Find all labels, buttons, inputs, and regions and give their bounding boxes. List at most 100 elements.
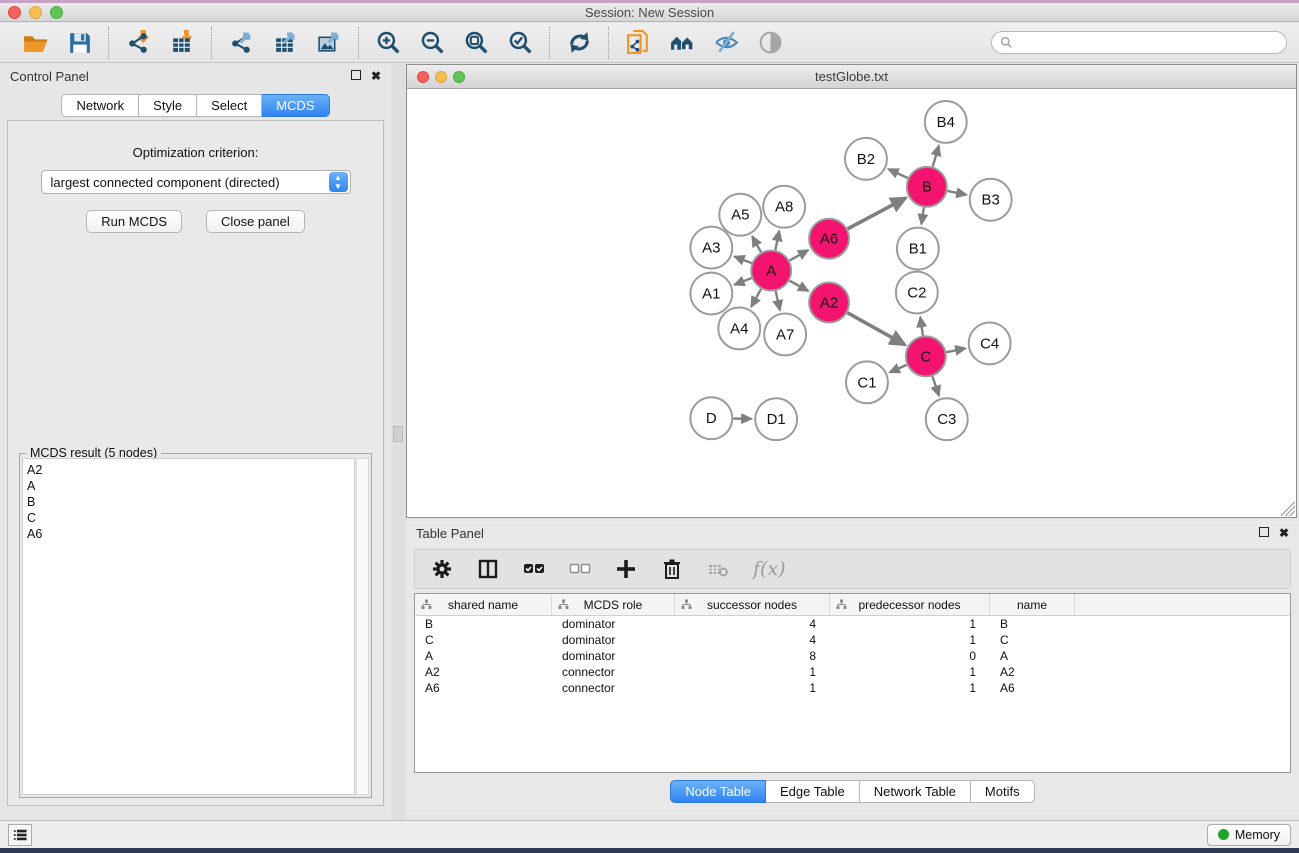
graph-node-B[interactable]: B <box>907 167 947 207</box>
network-canvas[interactable]: AA1A2A3A4A5A6A7A8BB1B2B3B4CC1C2C3C4DD1 <box>407 90 1296 517</box>
result-list-item[interactable]: A6 <box>27 526 354 542</box>
graph-edge[interactable] <box>890 365 907 372</box>
show-graphics-button[interactable] <box>755 28 785 58</box>
close-panel-icon[interactable]: ✖ <box>371 70 381 82</box>
graph-edge[interactable] <box>751 289 761 307</box>
result-list-item[interactable]: C <box>27 510 354 526</box>
graph-edge[interactable] <box>776 291 780 310</box>
float-table-panel-icon[interactable] <box>1259 527 1269 539</box>
graph-edge[interactable] <box>752 237 761 253</box>
tab-select[interactable]: Select <box>197 94 262 117</box>
graph-node-D[interactable]: D <box>690 397 732 439</box>
graph-edge[interactable] <box>932 376 938 395</box>
graph-node-A[interactable]: A <box>751 251 791 291</box>
graph-node-B4[interactable]: B4 <box>925 101 967 143</box>
open-file-button[interactable] <box>20 28 50 58</box>
select-all-button[interactable] <box>523 558 545 580</box>
graph-node-B3[interactable]: B3 <box>970 179 1012 221</box>
graph-edge[interactable] <box>848 198 906 229</box>
node-table[interactable]: shared nameMCDS rolesuccessor nodesprede… <box>414 593 1291 773</box>
export-image-button[interactable] <box>314 28 344 58</box>
save-session-button[interactable] <box>64 28 94 58</box>
graph-edge[interactable] <box>790 250 809 260</box>
result-list-item[interactable]: B <box>27 494 354 510</box>
resize-grip-icon[interactable] <box>1281 502 1295 516</box>
graph-edge[interactable] <box>735 278 752 285</box>
table-row[interactable]: Cdominator41C <box>415 632 1290 648</box>
graph-node-C2[interactable]: C2 <box>896 272 938 314</box>
graph-node-C4[interactable]: C4 <box>969 322 1011 364</box>
graph-node-A1[interactable]: A1 <box>690 273 732 315</box>
graph-edge[interactable] <box>889 169 908 178</box>
graph-node-A7[interactable]: A7 <box>764 313 806 355</box>
close-panel-button[interactable]: Close panel <box>206 210 305 233</box>
search-field[interactable] <box>991 31 1287 54</box>
graph-edge[interactable] <box>790 281 809 291</box>
tab-motifs[interactable]: Motifs <box>971 780 1035 803</box>
zoom-out-button[interactable] <box>417 28 447 58</box>
float-panel-icon[interactable] <box>351 70 361 82</box>
import-network-button[interactable] <box>123 28 153 58</box>
splitter-grip[interactable] <box>393 426 403 442</box>
column-header-name[interactable]: name <box>990 594 1075 615</box>
zoom-in-button[interactable] <box>373 28 403 58</box>
graph-edge[interactable] <box>933 146 939 167</box>
graph-node-B1[interactable]: B1 <box>897 228 939 270</box>
delete-column-button[interactable] <box>661 558 683 580</box>
graph-node-C1[interactable]: C1 <box>846 361 888 403</box>
columns-button[interactable] <box>477 558 499 580</box>
mcds-result-list[interactable]: A2ABCA6 <box>22 458 355 795</box>
column-header-shared-name[interactable]: shared name <box>415 594 552 615</box>
column-header-successor-nodes[interactable]: successor nodes <box>675 594 830 615</box>
graph-node-A3[interactable]: A3 <box>690 227 732 269</box>
graph-node-C[interactable]: C <box>906 336 946 376</box>
add-column-button[interactable] <box>615 558 637 580</box>
delete-table-button[interactable] <box>707 558 729 580</box>
graph-edge[interactable] <box>847 313 905 345</box>
result-list-item[interactable]: A2 <box>27 462 354 478</box>
graph-edge[interactable] <box>920 317 923 335</box>
hide-graphics-button[interactable] <box>711 28 741 58</box>
graph-node-A2[interactable]: A2 <box>809 283 849 323</box>
export-network-button[interactable] <box>226 28 256 58</box>
run-mcds-button[interactable]: Run MCDS <box>86 210 182 233</box>
deselect-all-button[interactable] <box>569 558 591 580</box>
graph-edge[interactable] <box>947 191 966 195</box>
graph-node-B2[interactable]: B2 <box>845 138 887 180</box>
table-row[interactable]: A2connector11A2 <box>415 664 1290 680</box>
vertical-splitter[interactable] <box>391 64 406 820</box>
function-builder-button[interactable]: f(x) <box>753 558 786 580</box>
home-navigator-button[interactable] <box>667 28 697 58</box>
graph-node-A4[interactable]: A4 <box>718 307 760 349</box>
graph-node-A6[interactable]: A6 <box>809 219 849 259</box>
refresh-layout-button[interactable] <box>564 28 594 58</box>
table-row[interactable]: A6connector11A6 <box>415 680 1290 696</box>
tab-node-table[interactable]: Node Table <box>670 780 766 803</box>
criterion-dropdown[interactable]: largest connected component (directed) ▲… <box>41 170 351 194</box>
column-header-MCDS-role[interactable]: MCDS role <box>552 594 675 615</box>
tab-mcds[interactable]: MCDS <box>262 94 329 117</box>
tab-network-table[interactable]: Network Table <box>860 780 971 803</box>
memory-button[interactable]: Memory <box>1207 824 1291 846</box>
close-table-panel-icon[interactable]: ✖ <box>1279 527 1289 539</box>
graph-edge[interactable] <box>946 348 965 352</box>
table-row[interactable]: Bdominator41B <box>415 616 1290 632</box>
graph-node-C3[interactable]: C3 <box>926 398 968 440</box>
task-history-button[interactable] <box>8 824 32 846</box>
result-list-item[interactable]: A <box>27 478 354 494</box>
graph-node-A5[interactable]: A5 <box>719 194 761 236</box>
graph-edge[interactable] <box>735 257 752 264</box>
tab-network[interactable]: Network <box>61 94 139 117</box>
search-input[interactable] <box>1018 36 1278 50</box>
graph-node-A8[interactable]: A8 <box>763 186 805 228</box>
import-table-button[interactable] <box>167 28 197 58</box>
graph-edge[interactable] <box>775 231 779 250</box>
column-header-predecessor-nodes[interactable]: predecessor nodes <box>830 594 990 615</box>
tab-style[interactable]: Style <box>139 94 197 117</box>
graph-edge[interactable] <box>921 208 923 224</box>
table-row[interactable]: Adominator80A <box>415 648 1290 664</box>
export-table-button[interactable] <box>270 28 300 58</box>
result-list-scrollbar[interactable] <box>356 458 369 795</box>
gear-button[interactable] <box>431 558 453 580</box>
zoom-selected-button[interactable] <box>505 28 535 58</box>
